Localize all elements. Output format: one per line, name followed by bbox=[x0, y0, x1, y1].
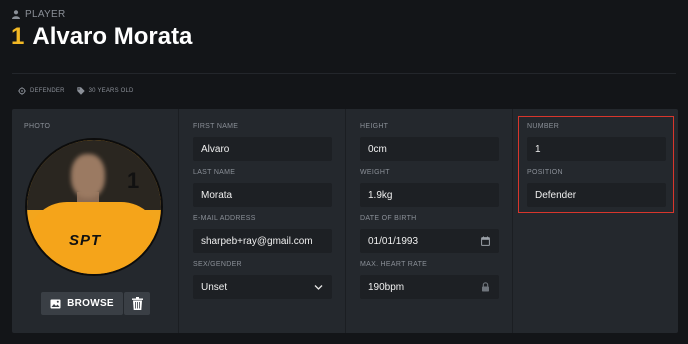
age-badge-text: 30 YEARS OLD bbox=[88, 88, 134, 94]
page-title: 1 Alvaro Morata bbox=[11, 23, 192, 51]
section-label-text: PLAYER bbox=[25, 9, 66, 20]
email-input[interactable]: sharpeb+ray@gmail.com bbox=[193, 229, 332, 253]
max-heart-rate-label: MAX. HEART RATE bbox=[360, 261, 428, 268]
position-badge-text: DEFENDER bbox=[30, 88, 65, 94]
max-heart-rate-input[interactable]: 190bpm bbox=[360, 275, 499, 299]
gender-select-value: Unset bbox=[201, 281, 228, 293]
weight-label: WEIGHT bbox=[360, 169, 390, 176]
shirt-brand-logo: SPT bbox=[69, 232, 102, 249]
last-name-label: LAST NAME bbox=[193, 169, 236, 176]
gender-label: SEX/GENDER bbox=[193, 261, 242, 268]
browse-button-label: BROWSE bbox=[67, 298, 114, 309]
column-divider bbox=[512, 109, 513, 333]
dob-label: DATE OF BIRTH bbox=[360, 215, 417, 222]
avatar: 1 SPT bbox=[25, 138, 163, 276]
height-input[interactable]: 0cm bbox=[360, 137, 499, 161]
player-name: Alvaro Morata bbox=[32, 23, 193, 50]
crosshair-icon bbox=[18, 87, 26, 95]
divider bbox=[12, 73, 676, 74]
height-label: HEIGHT bbox=[360, 123, 389, 130]
last-name-input[interactable]: Morata bbox=[193, 183, 332, 207]
column-divider bbox=[178, 109, 179, 333]
position-badge: DEFENDER bbox=[18, 87, 65, 95]
photo-label: PHOTO bbox=[24, 123, 51, 130]
max-heart-rate-value: 190bpm bbox=[368, 281, 405, 293]
dob-input-value: 01/01/1993 bbox=[368, 235, 419, 247]
lock-icon bbox=[482, 282, 489, 292]
dob-input[interactable]: 01/01/1993 bbox=[360, 229, 499, 253]
email-label: E-MAIL ADDRESS bbox=[193, 215, 256, 222]
player-badges: DEFENDER 30 YEARS OLD bbox=[18, 87, 134, 95]
calendar-icon[interactable] bbox=[481, 236, 490, 246]
gender-select[interactable]: Unset bbox=[193, 275, 332, 299]
age-badge: 30 YEARS OLD bbox=[76, 87, 134, 95]
shirt-number: 1 bbox=[127, 168, 140, 193]
trash-icon bbox=[131, 297, 143, 310]
player-number: 1 bbox=[11, 23, 25, 50]
blurred-face bbox=[71, 154, 105, 198]
delete-photo-button[interactable] bbox=[124, 292, 150, 315]
image-icon bbox=[50, 299, 61, 308]
highlight-box bbox=[518, 116, 674, 213]
section-label: PLAYER bbox=[12, 9, 66, 20]
first-name-input[interactable]: Alvaro bbox=[193, 137, 332, 161]
first-name-label: FIRST NAME bbox=[193, 123, 239, 130]
column-divider bbox=[345, 109, 346, 333]
chevron-down-icon bbox=[314, 285, 323, 290]
weight-input[interactable]: 1.9kg bbox=[360, 183, 499, 207]
tag-icon bbox=[76, 87, 85, 95]
browse-button[interactable]: BROWSE bbox=[41, 292, 123, 315]
user-icon bbox=[12, 10, 20, 19]
